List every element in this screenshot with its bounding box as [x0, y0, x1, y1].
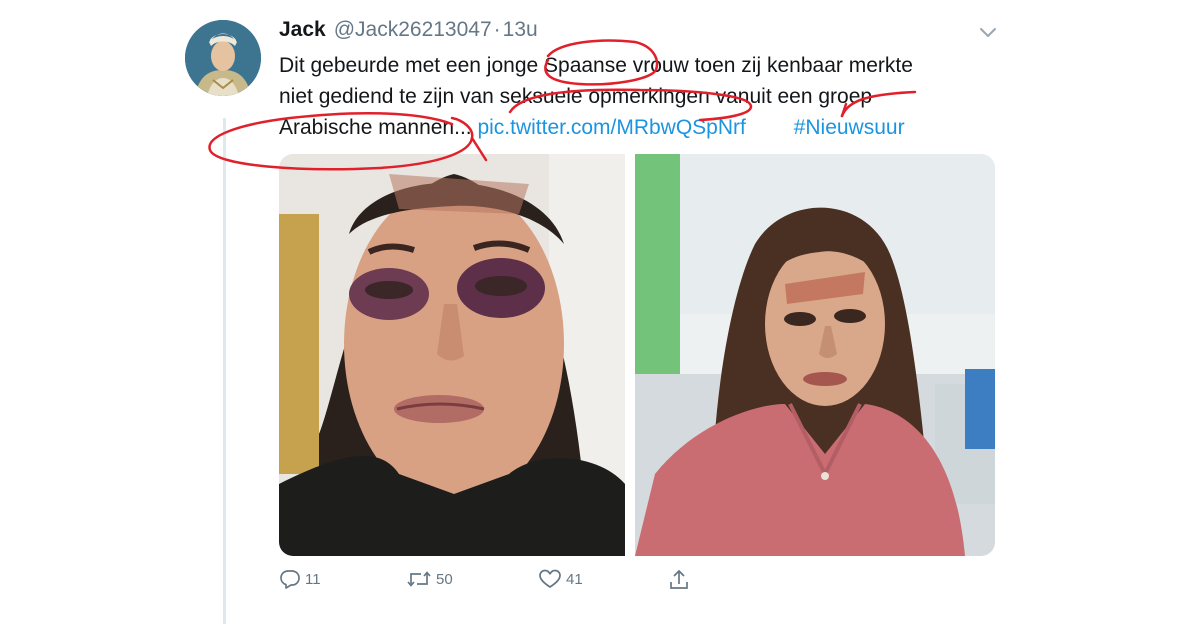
tweet-media[interactable] — [279, 154, 995, 556]
tweet-text-line-2: niet gediend te zijn van seksuele opmerk… — [279, 85, 873, 108]
media-link[interactable]: pic.twitter.com/MRbwQSpNrf — [477, 116, 745, 139]
tweet-timestamp[interactable]: 13u — [503, 18, 538, 42]
photo-left[interactable] — [279, 154, 625, 556]
tweet-actions: 11 50 41 — [279, 568, 699, 596]
photo-right[interactable] — [635, 154, 995, 556]
reply-count: 11 — [305, 570, 321, 588]
tweet-text-line-3-text: Arabische mannen... — [279, 116, 472, 139]
tweet-text: Dit gebeurde met een jonge Spaanse vrouw… — [279, 50, 999, 143]
retweet-count: 50 — [436, 570, 453, 588]
thread-line — [223, 118, 226, 624]
heart-icon — [539, 569, 561, 588]
tweet-text-line-1: Dit gebeurde met een jonge Spaanse vrouw… — [279, 54, 913, 77]
share-button[interactable] — [668, 568, 690, 592]
display-name[interactable]: Jack — [279, 18, 326, 42]
like-button[interactable]: 41 — [538, 568, 583, 590]
avatar[interactable] — [185, 20, 261, 96]
tweet-text-line-3: Arabische mannen... pic.twitter.com/MRbw… — [279, 112, 999, 143]
like-count: 41 — [566, 570, 583, 588]
user-handle[interactable]: @Jack26213047 — [334, 18, 492, 42]
reply-icon — [280, 570, 300, 589]
share-icon — [670, 569, 688, 589]
retweet-button[interactable]: 50 — [406, 568, 453, 590]
tweet-header: Jack @Jack26213047 · 13u — [279, 18, 538, 48]
separator-dot: · — [493, 18, 501, 41]
chevron-down-icon[interactable] — [975, 20, 1001, 44]
retweet-icon — [407, 571, 431, 587]
reply-button[interactable]: 11 — [279, 568, 321, 590]
hashtag-link[interactable]: #Nieuwsuur — [794, 116, 905, 139]
